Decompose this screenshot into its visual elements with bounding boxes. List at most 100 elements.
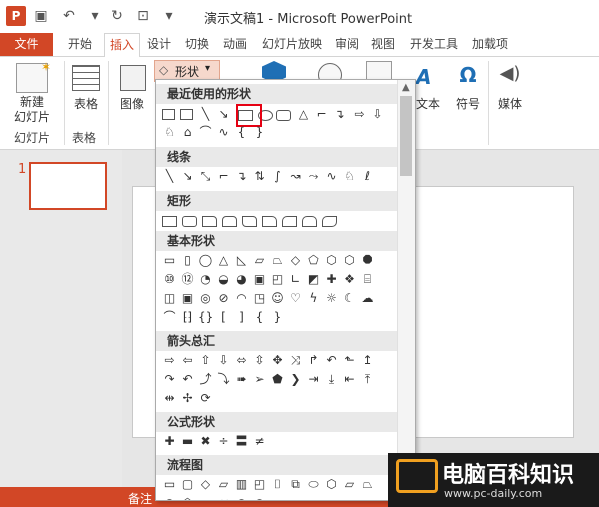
bent-arrow-icon[interactable]: ↱ xyxy=(306,353,321,368)
predefined-process-icon[interactable]: ▥ xyxy=(234,477,249,492)
tab-slideshow[interactable]: 幻灯片放映 xyxy=(256,33,328,56)
snip-single-corner-icon[interactable] xyxy=(202,216,217,227)
right-triangle-icon[interactable]: ◺ xyxy=(234,253,249,268)
multiply-icon[interactable]: ✖ xyxy=(198,434,213,449)
undo-icon[interactable]: ↶ xyxy=(58,6,80,26)
u-turn-arrow-icon[interactable]: ↶ xyxy=(324,353,339,368)
image-icon[interactable] xyxy=(120,65,146,91)
curved-arrow-icon[interactable]: ↝ xyxy=(288,169,303,184)
save-icon[interactable]: ▣ xyxy=(30,6,52,26)
vertical-text-box-icon[interactable]: ▯ xyxy=(180,253,195,268)
chevron-icon[interactable]: ❯ xyxy=(288,372,303,387)
cube-icon[interactable]: ◫ xyxy=(162,291,177,306)
triangle-icon[interactable]: △ xyxy=(216,253,231,268)
bent-up-arrow-icon[interactable]: ↥ xyxy=(360,353,375,368)
alternate-process-icon[interactable]: ▢ xyxy=(180,477,195,492)
text-box-icon[interactable] xyxy=(162,109,175,120)
left-brace-icon[interactable]: { xyxy=(234,125,249,140)
rounded-rectangle-icon[interactable] xyxy=(276,110,291,121)
cross-icon[interactable]: ✚ xyxy=(324,272,339,287)
elbow-double-arrow-icon[interactable]: ⇅ xyxy=(252,169,267,184)
process-icon[interactable]: ▭ xyxy=(162,477,177,492)
new-slide-icon[interactable]: ✶ xyxy=(16,60,51,93)
quad-arrow-icon[interactable]: ✥ xyxy=(270,353,285,368)
notched-right-arrow-icon[interactable]: ➢ xyxy=(252,372,267,387)
text-button[interactable]: 文本 xyxy=(412,95,444,112)
curve-icon[interactable]: ∿ xyxy=(216,125,231,140)
text-box-icon[interactable]: ▭ xyxy=(162,253,177,268)
right-callout-icon[interactable]: ⇥ xyxy=(306,372,321,387)
folded-corner-icon[interactable]: ◳ xyxy=(252,291,267,306)
curved-left-arrow-icon[interactable]: ↶ xyxy=(180,372,195,387)
preparation-icon[interactable]: ⬡ xyxy=(324,477,339,492)
customize-toolbar-icon[interactable]: ▾ xyxy=(158,6,180,26)
punched-tape-icon[interactable]: ≋ xyxy=(216,496,231,500)
round-same-side-icon[interactable] xyxy=(302,216,317,227)
smiley-face-icon[interactable]: ☺ xyxy=(270,291,285,306)
pentagon-arrow-icon[interactable]: ⬟ xyxy=(270,372,285,387)
up-down-arrow-icon[interactable]: ⇳ xyxy=(252,353,267,368)
striped-right-arrow-icon[interactable]: ➠ xyxy=(234,372,249,387)
tab-file[interactable]: 文件 xyxy=(0,33,53,56)
chord-icon[interactable]: ◒ xyxy=(216,272,231,287)
left-arrow-icon[interactable]: ⇦ xyxy=(180,353,195,368)
pentagon-icon[interactable]: ⬠ xyxy=(306,253,321,268)
plus-icon[interactable]: ✚ xyxy=(162,434,177,449)
donut-icon[interactable]: ◎ xyxy=(198,291,213,306)
left-callout-icon[interactable]: ⇤ xyxy=(342,372,357,387)
right-arrow-icon[interactable]: ⇨ xyxy=(162,353,177,368)
tab-review[interactable]: 审阅 xyxy=(332,33,362,56)
triangle-icon[interactable]: △ xyxy=(296,107,311,122)
tab-insert[interactable]: 插入 xyxy=(104,33,140,58)
up-callout-icon[interactable]: ⤒ xyxy=(360,372,375,387)
bevel-icon[interactable]: ▣ xyxy=(180,291,195,306)
curved-up-arrow-icon[interactable]: ⤴ xyxy=(198,372,213,387)
round-diagonal-icon[interactable] xyxy=(322,216,337,227)
down-arrow-icon[interactable]: ⇩ xyxy=(370,107,385,122)
double-arrow-line-icon[interactable]: ⤡ xyxy=(198,169,213,184)
block-arc-icon[interactable]: ◠ xyxy=(234,291,249,306)
plaque-icon[interactable]: ❖ xyxy=(342,272,357,287)
tab-addins[interactable]: 加载项 xyxy=(468,33,512,56)
right-arrow-icon[interactable]: ⇨ xyxy=(352,107,367,122)
summing-junction-icon[interactable]: ⊗ xyxy=(234,496,249,500)
freeform-icon[interactable]: ♘ xyxy=(162,125,177,140)
snip-shape-icon[interactable]: ⌂ xyxy=(180,125,195,140)
rounded-rectangle-icon[interactable] xyxy=(182,216,197,227)
parallelogram-icon[interactable]: ▱ xyxy=(252,253,267,268)
minus-icon[interactable]: ▬ xyxy=(180,434,195,449)
moon-icon[interactable]: ☾ xyxy=(342,291,357,306)
rectangle-icon[interactable] xyxy=(162,216,177,227)
curved-right-arrow-icon[interactable]: ↷ xyxy=(162,372,177,387)
down-callout-icon[interactable]: ⤓ xyxy=(324,372,339,387)
document-icon[interactable]: ⌷ xyxy=(270,477,285,492)
scroll-thumb[interactable] xyxy=(400,96,412,176)
data-icon[interactable]: ▱ xyxy=(216,477,231,492)
no-symbol-icon[interactable]: ⊘ xyxy=(216,291,231,306)
card-icon[interactable]: ▰ xyxy=(198,496,213,500)
tab-home[interactable]: 开始 xyxy=(62,33,98,56)
tab-design[interactable]: 设计 xyxy=(144,33,174,56)
media-button[interactable]: 媒体 xyxy=(494,95,526,112)
scribble-icon[interactable]: ℓ xyxy=(360,169,375,184)
teardrop-icon[interactable]: ◕ xyxy=(234,272,249,287)
arrow-line-icon[interactable]: ↘ xyxy=(216,107,231,122)
up-arrow-icon[interactable]: ⇧ xyxy=(198,353,213,368)
double-brace-icon[interactable]: {} xyxy=(198,310,213,325)
line-icon[interactable]: ╲ xyxy=(162,169,177,184)
left-right-up-arrow-icon[interactable]: ⤨ xyxy=(288,353,303,368)
pie-icon[interactable]: ◔ xyxy=(198,272,213,287)
terminator-icon[interactable]: ⬭ xyxy=(306,477,321,492)
snip-round-icon[interactable] xyxy=(262,216,277,227)
left-right-arrow-icon[interactable]: ⬄ xyxy=(234,353,249,368)
half-frame-icon[interactable]: ◰ xyxy=(270,272,285,287)
circular-arrow-icon[interactable]: ⟳ xyxy=(198,391,213,406)
multidocument-icon[interactable]: ⧉ xyxy=(288,477,303,492)
round-single-corner-icon[interactable] xyxy=(282,216,297,227)
decision-icon[interactable]: ◇ xyxy=(198,477,213,492)
arc-icon[interactable]: ⌒ xyxy=(198,125,213,140)
not-equal-icon[interactable]: ≠ xyxy=(252,434,267,449)
connector-icon[interactable]: ○ xyxy=(162,496,177,500)
oval-icon[interactable]: ◯ xyxy=(198,253,213,268)
symbol-button[interactable]: 符号 xyxy=(452,95,484,112)
